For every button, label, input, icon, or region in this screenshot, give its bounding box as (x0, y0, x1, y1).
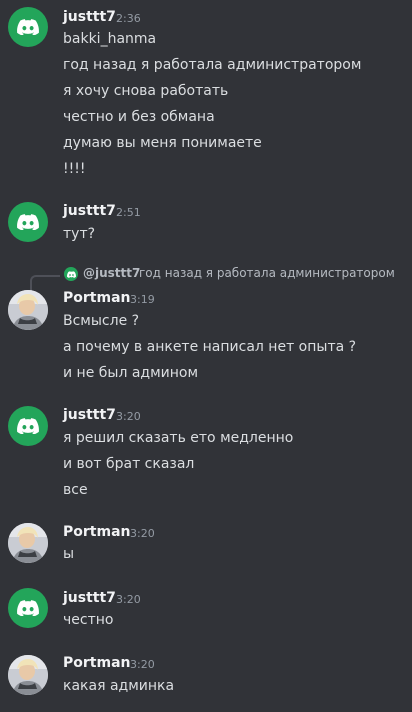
profile-photo (8, 290, 48, 330)
message-text: честно (63, 612, 114, 628)
avatar[interactable] (8, 523, 48, 563)
username[interactable]: justtt7 (63, 590, 116, 606)
timestamp: 3:20 (116, 593, 141, 606)
timestamp: 3:20 (130, 658, 155, 671)
username[interactable]: Portman (63, 655, 130, 671)
profile-photo (8, 655, 48, 695)
discord-logo-icon (17, 418, 39, 434)
reply-reference[interactable]: @justtt7 год назад я работала администра… (30, 266, 410, 291)
avatar[interactable] (8, 290, 48, 330)
avatar[interactable] (8, 7, 48, 47)
message-text: какая админка (63, 678, 175, 694)
discord-logo-icon (17, 19, 39, 35)
message-text: и не был админом (63, 365, 199, 381)
message-text: я решил сказать ето медленно (63, 430, 294, 446)
username[interactable]: justtt7 (63, 407, 116, 423)
discord-logo-icon (17, 600, 39, 616)
avatar[interactable] (8, 655, 48, 695)
message-text: ы (63, 546, 75, 562)
avatar[interactable] (8, 202, 48, 242)
message-text: год назад я работала администратором (63, 57, 362, 73)
message-text: честно и без обмана (63, 109, 215, 125)
reply-text[interactable]: год назад я работала администратором (139, 266, 395, 280)
message-text: !!!! (63, 161, 86, 177)
message-text: я хочу снова работать (63, 83, 229, 99)
timestamp: 3:19 (130, 293, 155, 306)
message-text: и вот брат сказал (63, 456, 195, 472)
message-text: bakki_hanma (63, 31, 157, 47)
avatar[interactable] (8, 406, 48, 446)
reply-username[interactable]: @justtt7 (83, 266, 140, 280)
message-text: все (63, 482, 88, 498)
profile-photo (8, 523, 48, 563)
timestamp: 2:36 (116, 12, 141, 25)
message-text: Всмысле ? (63, 313, 140, 329)
username[interactable]: Portman (63, 290, 130, 306)
message-text: тут? (63, 226, 96, 242)
username[interactable]: justtt7 (63, 203, 116, 219)
avatar[interactable] (8, 588, 48, 628)
discord-logo-icon (17, 214, 39, 230)
timestamp: 3:20 (130, 527, 155, 540)
username[interactable]: justtt7 (63, 9, 116, 25)
reply-spine (30, 275, 60, 291)
reply-avatar (64, 267, 78, 281)
username[interactable]: Portman (63, 524, 130, 540)
timestamp: 2:51 (116, 206, 141, 219)
message-text: думаю вы меня понимаете (63, 135, 262, 151)
discord-logo-icon (67, 271, 76, 278)
message-text: а почему в анкете написал нет опыта ? (63, 339, 357, 355)
timestamp: 3:20 (116, 410, 141, 423)
